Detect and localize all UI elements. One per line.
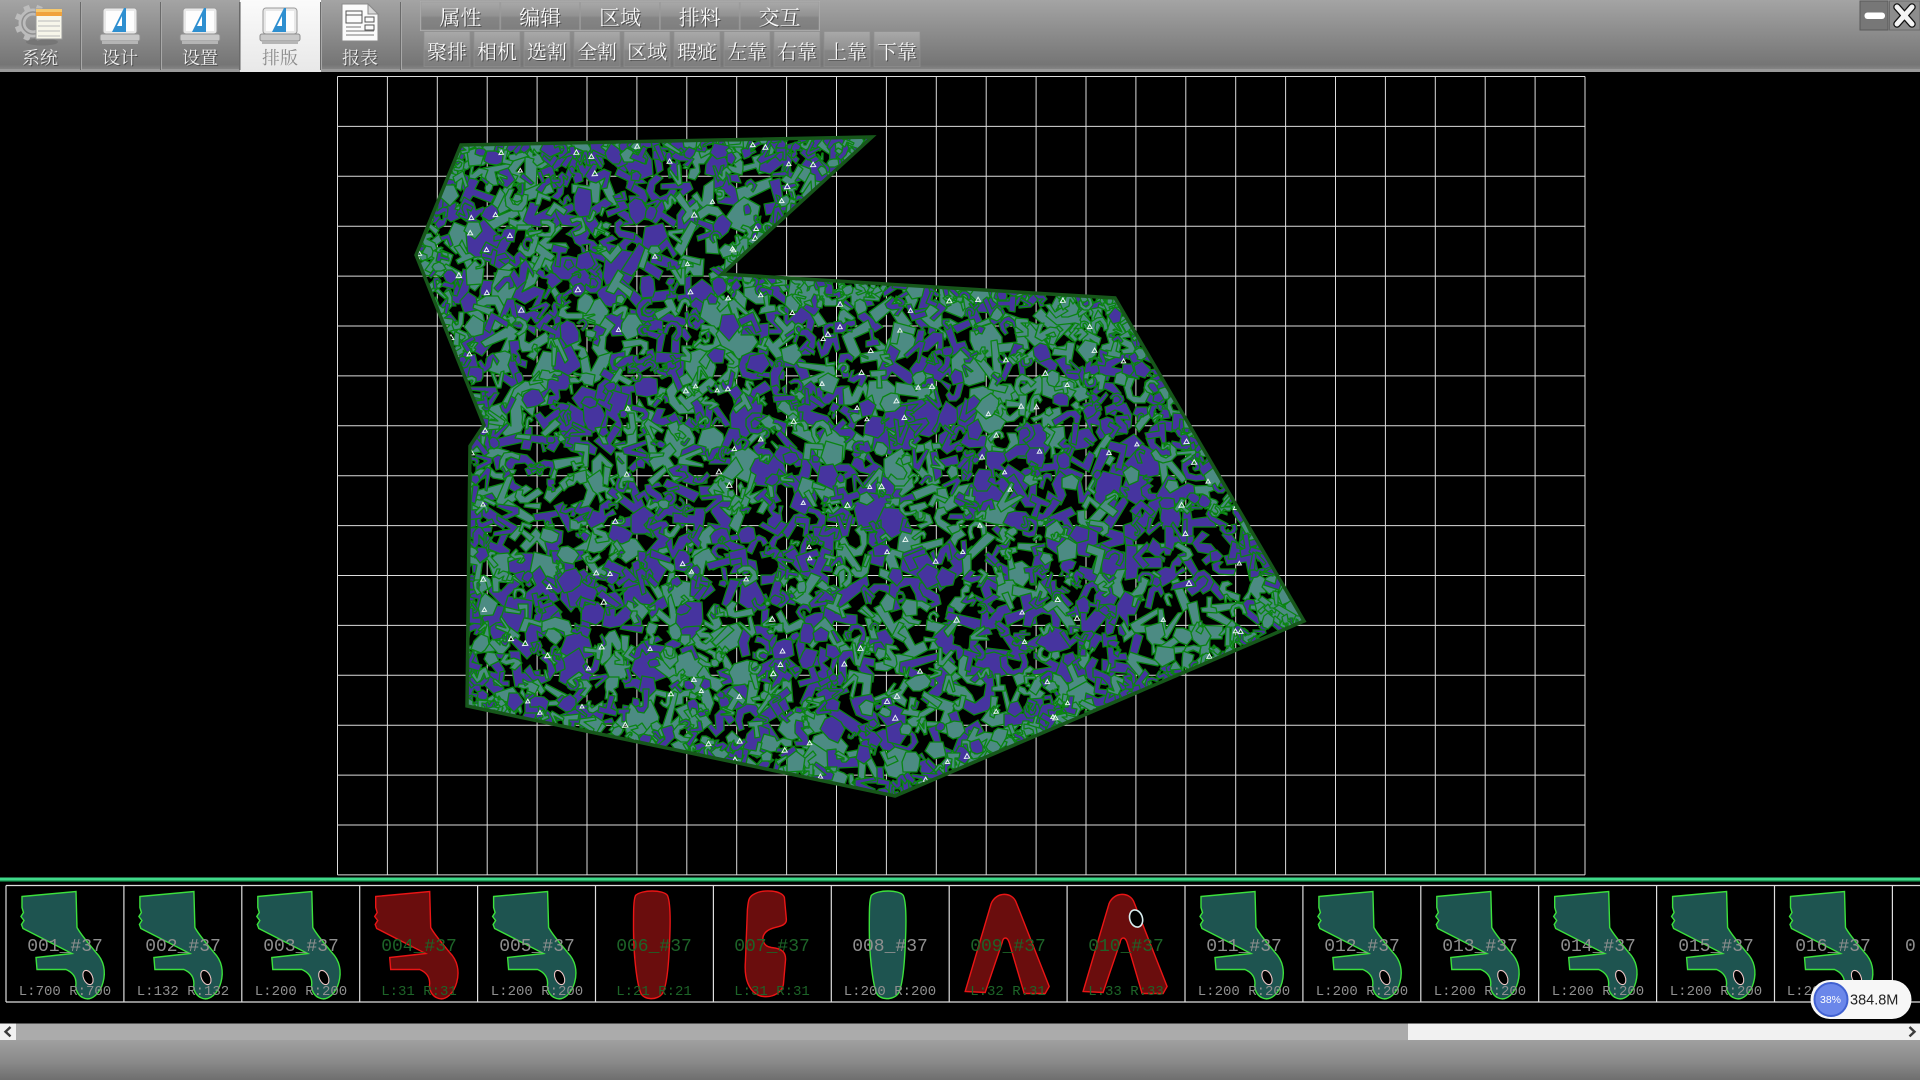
svg-text:L:32 R:31: L:32 R:31	[970, 984, 1046, 1000]
svg-text:L:200 R:200: L:200 R:200	[844, 984, 936, 1000]
svg-text:011_#37: 011_#37	[1206, 937, 1282, 957]
svg-text:L:200 R:200: L:200 R:200	[491, 984, 583, 1000]
svg-text:007_#37: 007_#37	[734, 937, 810, 957]
svg-text:L:132 R:132: L:132 R:132	[137, 984, 229, 1000]
svg-text:001_#37: 001_#37	[27, 937, 103, 957]
svg-text:L:21 R:21: L:21 R:21	[616, 984, 692, 1000]
svg-text:0: 0	[1905, 937, 1916, 957]
svg-text:384.8M: 384.8M	[1850, 993, 1898, 1009]
svg-text:L:200 R:200: L:200 R:200	[1316, 984, 1408, 1000]
svg-text:008_#37: 008_#37	[852, 937, 928, 957]
svg-text:010_#37: 010_#37	[1088, 937, 1164, 957]
svg-text:016_#37: 016_#37	[1795, 937, 1871, 957]
svg-text:L:31 R:31: L:31 R:31	[381, 984, 457, 1000]
svg-text:012_#37: 012_#37	[1324, 937, 1400, 957]
svg-text:L:200 R:200: L:200 R:200	[1670, 984, 1762, 1000]
svg-text:003_#37: 003_#37	[263, 937, 339, 957]
svg-text:L:200 R:200: L:200 R:200	[255, 984, 347, 1000]
svg-text:L:33 R:33: L:33 R:33	[1088, 984, 1164, 1000]
svg-text:L:200 R:200: L:200 R:200	[1198, 984, 1290, 1000]
svg-text:004_#37: 004_#37	[381, 937, 457, 957]
svg-text:L:200 R:200: L:200 R:200	[1552, 984, 1644, 1000]
svg-text:015_#37: 015_#37	[1678, 937, 1754, 957]
svg-text:L:31 R:31: L:31 R:31	[734, 984, 810, 1000]
svg-text:005_#37: 005_#37	[499, 937, 575, 957]
svg-text:013_#37: 013_#37	[1442, 937, 1518, 957]
svg-text:002_#37: 002_#37	[145, 937, 221, 957]
svg-text:009_#37: 009_#37	[970, 937, 1046, 957]
svg-text:L:700 R:700: L:700 R:700	[19, 984, 111, 1000]
svg-text:38%: 38%	[1820, 994, 1841, 1006]
svg-text:L:200 R:200: L:200 R:200	[1434, 984, 1526, 1000]
svg-text:006_#37: 006_#37	[616, 937, 692, 957]
svg-text:014_#37: 014_#37	[1560, 937, 1636, 957]
